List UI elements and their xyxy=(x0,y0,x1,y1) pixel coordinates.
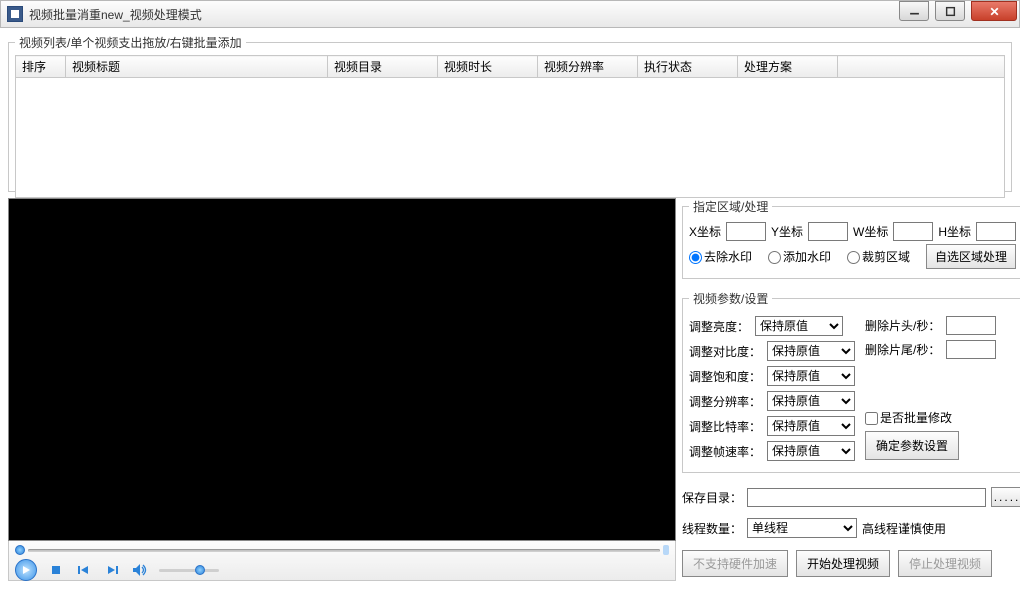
bitrate-select[interactable]: 保持原值 xyxy=(767,416,855,436)
volume-icon[interactable] xyxy=(131,561,149,579)
radio-crop[interactable]: 裁剪区域 xyxy=(847,248,910,265)
contrast-label: 调整对比度： xyxy=(689,343,761,360)
seek-end-icon xyxy=(663,545,669,555)
player-panel xyxy=(8,198,676,581)
col-plan[interactable]: 处理方案 xyxy=(738,56,838,78)
radio-remove-watermark[interactable]: 去除水印 xyxy=(689,248,752,265)
brightness-select[interactable]: 保持原值 xyxy=(755,316,843,336)
stop-button: 停止处理视频 xyxy=(898,550,992,577)
batch-checkbox[interactable]: 是否批量修改 xyxy=(865,409,952,426)
framerate-label: 调整帧速率： xyxy=(689,443,761,460)
seek-bar[interactable] xyxy=(15,543,669,557)
browse-button[interactable]: ..... xyxy=(991,487,1020,507)
h-input[interactable] xyxy=(976,222,1016,241)
seek-thumb-icon[interactable] xyxy=(15,545,25,555)
hwaccel-button: 不支持硬件加速 xyxy=(682,550,788,577)
framerate-select[interactable]: 保持原值 xyxy=(767,441,855,461)
col-spacer xyxy=(838,56,1005,78)
title-bar: 视频批量消重new_视频处理模式 xyxy=(0,0,1020,28)
col-duration[interactable]: 视频时长 xyxy=(438,56,538,78)
radio-add-watermark[interactable]: 添加水印 xyxy=(768,248,831,265)
volume-slider[interactable] xyxy=(159,569,219,572)
col-order[interactable]: 排序 xyxy=(16,56,66,78)
video-preview[interactable] xyxy=(8,198,676,541)
window-buttons xyxy=(895,1,1019,21)
prev-button[interactable] xyxy=(75,561,93,579)
region-group: 指定区域/处理 X坐标 Y坐标 W坐标 H坐标 去除水印 添加水印 裁剪区域 自… xyxy=(682,198,1020,279)
save-dir-label: 保存目录： xyxy=(682,489,742,506)
params-legend: 视频参数/设置 xyxy=(689,290,772,307)
select-region-button[interactable]: 自选区域处理 xyxy=(926,244,1016,269)
next-button[interactable] xyxy=(103,561,121,579)
close-button[interactable] xyxy=(971,1,1017,21)
seek-track[interactable] xyxy=(28,549,660,552)
trim-tail-input[interactable] xyxy=(946,340,996,359)
brightness-label: 调整亮度： xyxy=(689,318,749,335)
col-resolution[interactable]: 视频分辨率 xyxy=(538,56,638,78)
x-input[interactable] xyxy=(726,222,766,241)
maximize-button[interactable] xyxy=(935,1,965,21)
trim-tail-label: 删除片尾/秒： xyxy=(865,341,940,358)
saturation-label: 调整饱和度： xyxy=(689,368,761,385)
y-input[interactable] xyxy=(808,222,848,241)
play-button[interactable] xyxy=(15,559,37,581)
video-list-legend: 视频列表/单个视频支出拖放/右键批量添加 xyxy=(15,34,246,51)
region-legend: 指定区域/处理 xyxy=(689,198,772,215)
app-icon xyxy=(7,6,23,22)
stop-button[interactable] xyxy=(47,561,65,579)
threads-hint: 高线程谨慎使用 xyxy=(862,520,946,537)
volume-thumb-icon[interactable] xyxy=(195,565,205,575)
window-title: 视频批量消重new_视频处理模式 xyxy=(29,6,202,23)
col-status[interactable]: 执行状态 xyxy=(638,56,738,78)
w-input[interactable] xyxy=(893,222,933,241)
y-label: Y坐标 xyxy=(771,223,803,240)
col-title[interactable]: 视频标题 xyxy=(66,56,328,78)
trim-head-input[interactable] xyxy=(946,316,996,335)
contrast-select[interactable]: 保持原值 xyxy=(767,341,855,361)
trim-head-label: 删除片头/秒： xyxy=(865,317,940,334)
confirm-params-button[interactable]: 确定参数设置 xyxy=(865,431,959,460)
resolution-select[interactable]: 保持原值 xyxy=(767,391,855,411)
save-dir-input[interactable] xyxy=(747,488,986,507)
x-label: X坐标 xyxy=(689,223,721,240)
params-group: 视频参数/设置 调整亮度：保持原值 调整对比度：保持原值 调整饱和度：保持原值 … xyxy=(682,290,1020,473)
player-controls xyxy=(8,541,676,581)
bitrate-label: 调整比特率： xyxy=(689,418,761,435)
video-table-body[interactable] xyxy=(15,78,1005,198)
start-button[interactable]: 开始处理视频 xyxy=(796,550,890,577)
video-list-group: 视频列表/单个视频支出拖放/右键批量添加 排序 视频标题 视频目录 视频时长 视… xyxy=(8,34,1012,192)
w-label: W坐标 xyxy=(853,223,888,240)
video-table[interactable]: 排序 视频标题 视频目录 视频时长 视频分辨率 执行状态 处理方案 xyxy=(15,55,1005,78)
resolution-label: 调整分辨率： xyxy=(689,393,761,410)
h-label: H坐标 xyxy=(938,223,971,240)
col-dir[interactable]: 视频目录 xyxy=(328,56,438,78)
threads-select[interactable]: 单线程 xyxy=(747,518,857,538)
minimize-button[interactable] xyxy=(899,1,929,21)
threads-label: 线程数量： xyxy=(682,520,742,537)
saturation-select[interactable]: 保持原值 xyxy=(767,366,855,386)
